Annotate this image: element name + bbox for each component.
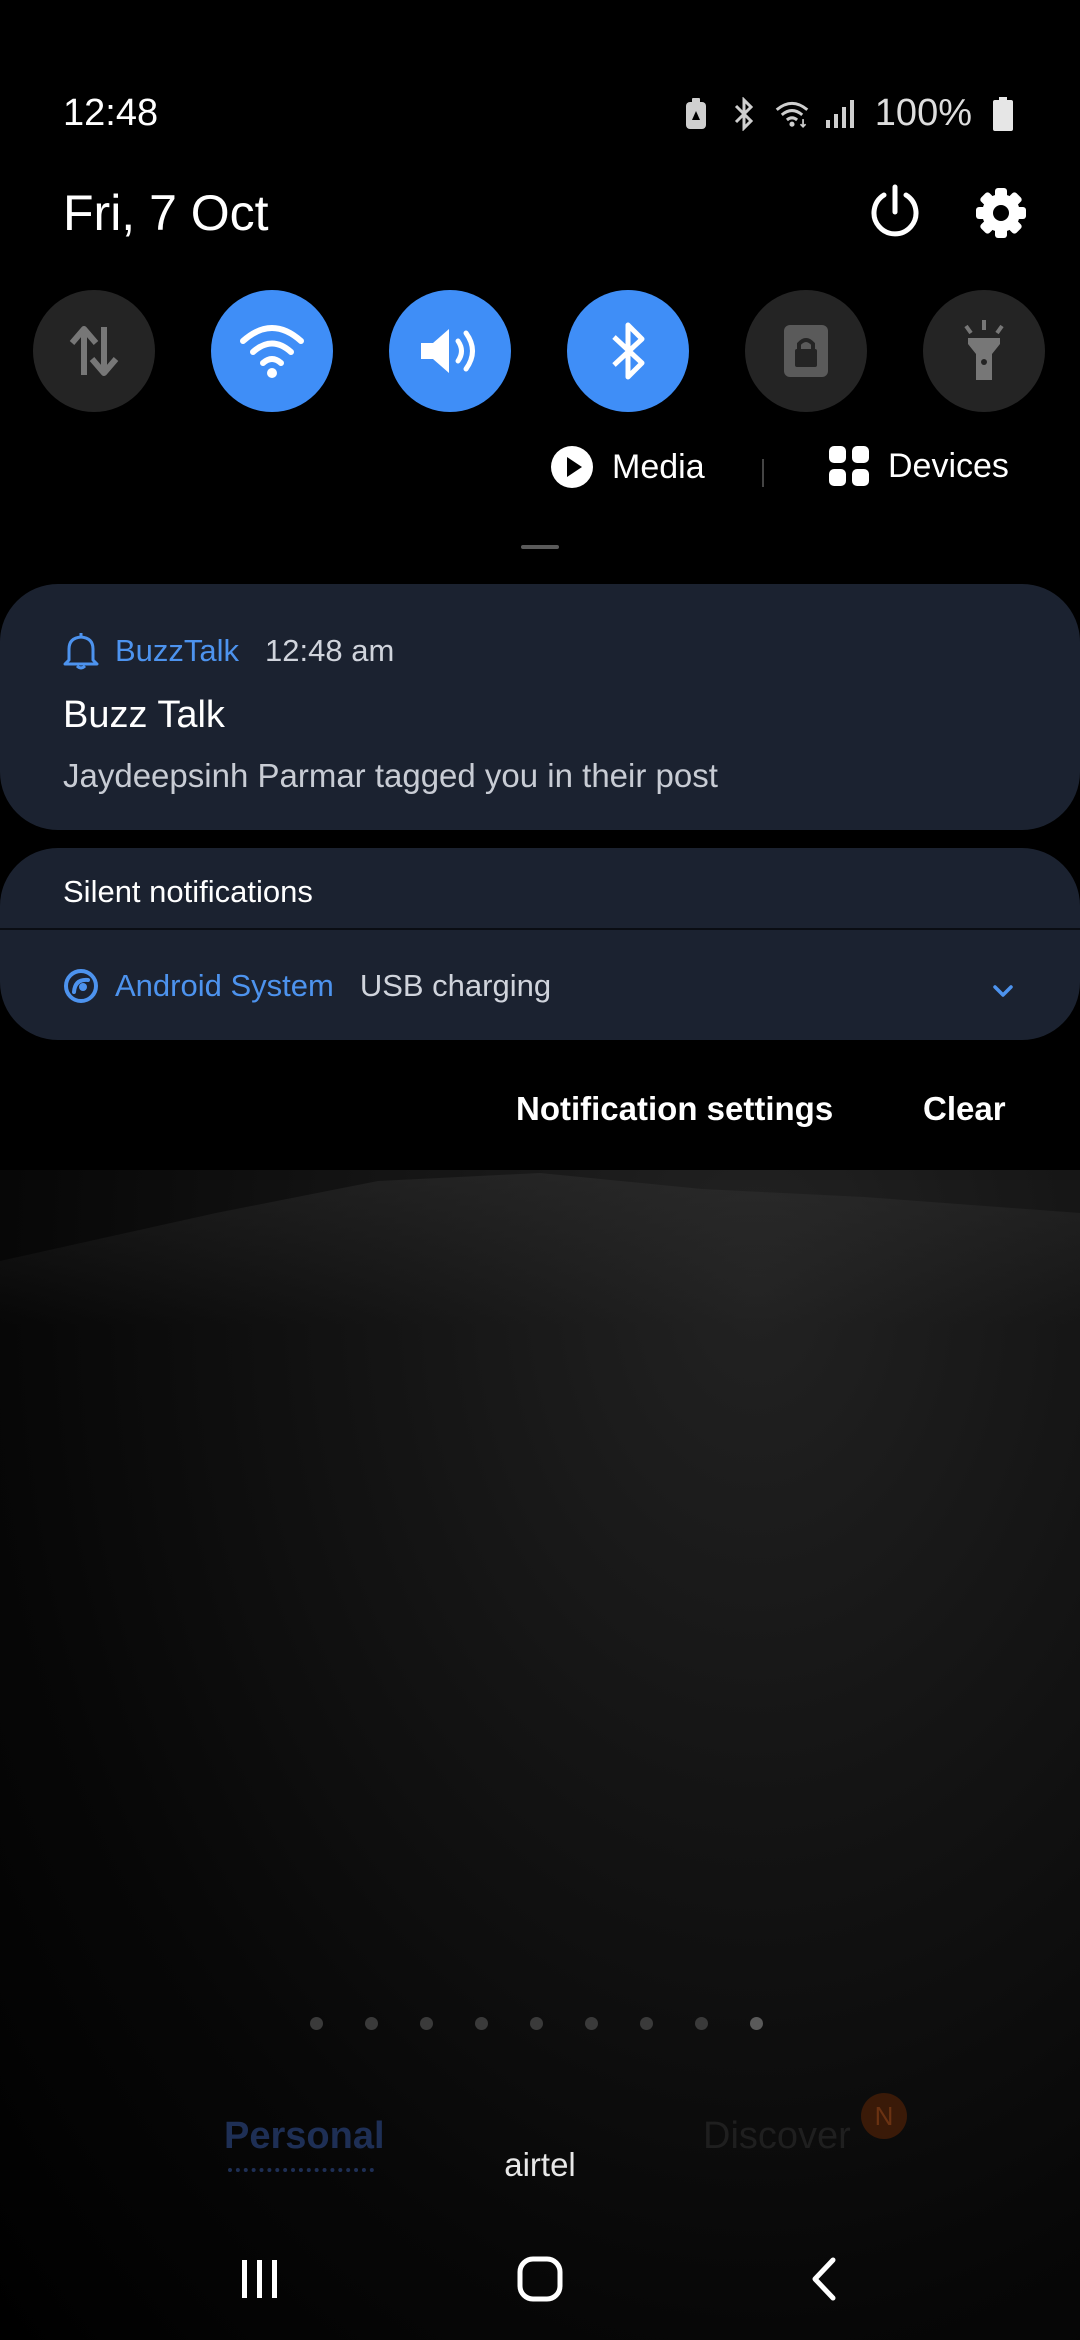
bell-icon: [63, 633, 99, 670]
battery-icon: [986, 95, 1020, 133]
app-name: BuzzTalk: [115, 633, 240, 668]
status-icons: 100%: [679, 92, 1020, 135]
android-system-label: Android System: [115, 968, 334, 1003]
media-button[interactable]: Media: [550, 445, 705, 489]
divider: [0, 928, 1080, 930]
page-dot: [420, 2017, 433, 2030]
wifi-icon: [775, 95, 809, 133]
silent-notifications-header: Silent notifications: [63, 874, 313, 909]
wifi-icon: [240, 325, 304, 378]
page-dot: [585, 2017, 598, 2030]
back-button[interactable]: [805, 2256, 841, 2302]
clear-button[interactable]: Clear: [923, 1090, 1006, 1128]
navigation-bar: [0, 2240, 1080, 2320]
toggle-wifi[interactable]: [211, 290, 333, 412]
toggle-screen-lock[interactable]: [745, 290, 867, 412]
toggle-flashlight[interactable]: [923, 290, 1045, 412]
page-dot: [475, 2017, 488, 2030]
battery-saver-icon: [679, 95, 713, 133]
home-icon: [517, 2256, 563, 2302]
page-dot: [530, 2017, 543, 2030]
expand-button[interactable]: [988, 976, 1018, 1006]
chevron-down-icon: [993, 985, 1013, 997]
lock-icon: [784, 325, 828, 377]
battery-percent: 100%: [874, 92, 972, 134]
power-button[interactable]: [865, 182, 925, 242]
notification-header: BuzzTalk 12:48 am: [63, 632, 394, 670]
toggle-sound[interactable]: [389, 290, 511, 412]
notification-time: 12:48 am: [265, 633, 395, 668]
play-icon: [551, 446, 593, 488]
toggle-bluetooth[interactable]: [567, 290, 689, 412]
power-icon: [871, 184, 919, 237]
back-chevron-icon: [812, 2257, 836, 2301]
date: Fri, 7 Oct: [63, 185, 269, 241]
recents-icon: [242, 2260, 277, 2298]
page-dot: [310, 2017, 323, 2030]
drag-handle[interactable]: [521, 545, 559, 549]
quick-toggles: [33, 290, 1047, 412]
speaker-icon: [421, 329, 475, 373]
divider: [762, 459, 764, 487]
recents-button[interactable]: [238, 2258, 282, 2300]
settings-button[interactable]: [970, 182, 1032, 244]
signal-icon: [823, 95, 857, 133]
flashlight-icon: [964, 320, 1004, 380]
home-button[interactable]: [517, 2256, 563, 2302]
settings-gear-icon: [976, 188, 1026, 238]
devices-grid-icon: [829, 446, 869, 486]
page-dot: [365, 2017, 378, 2030]
page-dot: [750, 2017, 763, 2030]
bluetooth-icon: [727, 95, 761, 133]
status-bar: 12:48 100%: [0, 0, 1080, 170]
media-devices-row: Media Devices: [0, 445, 1080, 505]
notification-card-buzztalk[interactable]: BuzzTalk 12:48 am Buzz Talk Jaydeepsinh …: [0, 584, 1080, 830]
notification-settings-button[interactable]: Notification settings: [516, 1090, 833, 1128]
notification-android-system[interactable]: Android System USB charging: [63, 968, 551, 1004]
status-time: 12:48: [63, 92, 159, 134]
notification-title: Buzz Talk: [63, 694, 225, 736]
silent-notifications-card: Silent notifications Android System USB …: [0, 848, 1080, 1040]
discover-badge: N: [861, 2093, 907, 2139]
bluetooth-icon: [612, 322, 645, 380]
notification-body: Jaydeepsinh Parmar tagged you in their p…: [63, 757, 718, 794]
notification-actions: Notification settings Clear: [0, 1090, 1080, 1140]
devices-label: Devices: [888, 446, 1009, 485]
carrier-label: airtel: [504, 2146, 576, 2183]
android-system-icon: [64, 969, 98, 1003]
toggle-mobile-data[interactable]: [33, 290, 155, 412]
data-arrows-icon: [69, 326, 119, 376]
page-dot: [640, 2017, 653, 2030]
usb-charging-text: USB charging: [359, 968, 552, 1003]
media-label: Media: [612, 447, 705, 486]
page-indicator: [310, 2017, 763, 2030]
devices-button[interactable]: Devices: [828, 445, 1009, 487]
page-dot: [695, 2017, 708, 2030]
